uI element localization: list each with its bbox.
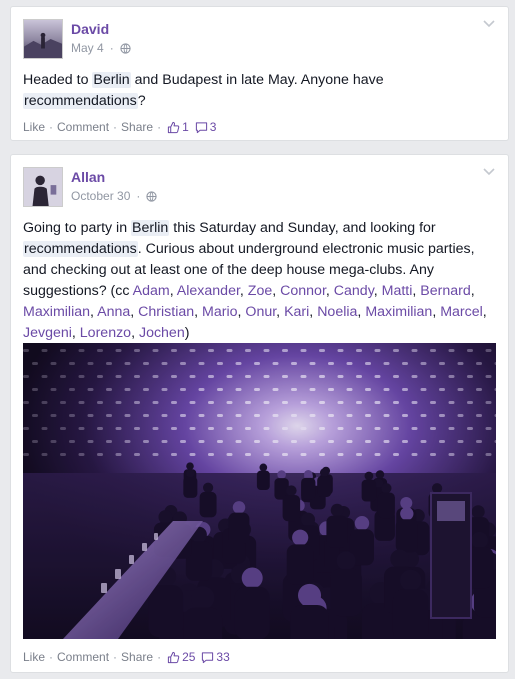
- tag-separator: ,: [194, 304, 203, 320]
- comment-count[interactable]: 33: [201, 650, 230, 664]
- highlight-recommendations: recommendations: [23, 93, 138, 109]
- like-count-value: 1: [182, 120, 189, 134]
- separator-dot: ·: [109, 41, 114, 55]
- tag-separator: ,: [272, 283, 281, 299]
- text-segment: Going to party in: [23, 220, 132, 236]
- tag-separator: ,: [169, 283, 177, 299]
- comment-count-value: 3: [209, 120, 217, 134]
- separator-dot: ·: [113, 650, 118, 664]
- tagged-friend-link[interactable]: Adam: [133, 283, 170, 299]
- separator-dot: ·: [157, 120, 162, 134]
- text-segment: ?: [137, 93, 146, 109]
- tagged-friend-link[interactable]: Kari: [284, 304, 309, 320]
- share-link[interactable]: Share: [121, 120, 153, 134]
- post-date[interactable]: October 30: [71, 189, 130, 203]
- tag-separator: ,: [130, 304, 139, 320]
- post-card: David May 4 · Headed to Berlin and Budap…: [10, 6, 509, 141]
- post-meta: October 30 ·: [71, 189, 158, 203]
- like-link[interactable]: Like: [23, 650, 45, 664]
- tagged-friend-link[interactable]: Lorenzo: [80, 325, 131, 341]
- separator-dot: ·: [49, 120, 54, 134]
- tag-separator: ,: [373, 283, 382, 299]
- like-count[interactable]: 25: [167, 650, 195, 664]
- post-text: Headed to Berlin and Budapest in late Ma…: [23, 70, 498, 112]
- separator-dot: ·: [157, 650, 162, 664]
- text-segment: ): [184, 325, 190, 341]
- like-count[interactable]: 1: [167, 120, 189, 134]
- tagged-friend-link[interactable]: Bernard: [420, 283, 470, 299]
- like-count-value: 25: [182, 650, 196, 664]
- tagged-friend-link[interactable]: Connor: [280, 283, 326, 299]
- tag-separator: ,: [276, 304, 285, 320]
- tagged-friend-link[interactable]: Jevgeni: [23, 325, 72, 341]
- tagged-friend-link[interactable]: Maximilian: [365, 304, 432, 320]
- tagged-friend-link[interactable]: Noelia: [317, 304, 357, 320]
- tagged-friend-link[interactable]: Zoe: [248, 283, 272, 299]
- comment-bubble-icon: [195, 121, 207, 133]
- highlight-berlin: Berlin: [92, 72, 131, 88]
- post-text: Going to party in Berlin this Saturday a…: [23, 218, 498, 344]
- tagged-friend-link[interactable]: Jochen: [139, 325, 185, 341]
- share-link[interactable]: Share: [121, 650, 153, 664]
- tagged-friend-link[interactable]: Anna: [97, 304, 130, 320]
- comment-link[interactable]: Comment: [57, 650, 109, 664]
- highlight-berlin: Berlin: [131, 220, 170, 236]
- post-author[interactable]: Allan: [71, 169, 105, 185]
- comment-link[interactable]: Comment: [57, 120, 109, 134]
- tagged-friend-link[interactable]: Alexander: [177, 283, 240, 299]
- separator-dot: ·: [113, 120, 118, 134]
- text-segment: and Budapest in late May. Anyone have: [130, 72, 384, 88]
- tag-separator: ,: [131, 325, 139, 341]
- globe-icon[interactable]: [120, 42, 131, 54]
- tagged-friend-link[interactable]: Mario: [202, 304, 237, 320]
- tagged-friend-link[interactable]: Maximilian: [23, 304, 90, 320]
- tagged-friend-link[interactable]: Candy: [334, 283, 374, 299]
- text-segment: this Saturday and Sunday, and looking fo…: [169, 220, 436, 236]
- avatar[interactable]: [23, 19, 63, 59]
- post-photo[interactable]: [23, 343, 496, 639]
- separator-dot: ·: [136, 189, 141, 203]
- comment-count-value: 33: [216, 650, 230, 664]
- globe-icon[interactable]: [146, 190, 158, 202]
- comment-bubble-icon: [202, 651, 214, 663]
- tagged-friend-link[interactable]: Christian: [138, 304, 194, 320]
- post-author[interactable]: David: [71, 21, 109, 37]
- tag-separator: ,: [482, 304, 487, 320]
- tagged-friend-link[interactable]: Onur: [245, 304, 276, 320]
- comment-count[interactable]: 3: [195, 120, 217, 134]
- tag-separator: ,: [309, 304, 318, 320]
- avatar[interactable]: [23, 167, 63, 207]
- post-meta: May 4 ·: [71, 41, 131, 55]
- highlight-recommendations: recommendations: [23, 241, 138, 257]
- thumbs-up-icon: [167, 651, 180, 663]
- tag-separator: ,: [470, 283, 475, 299]
- tagged-friend-link[interactable]: Marcel: [440, 304, 483, 320]
- text-segment: Headed to: [23, 72, 93, 88]
- chevron-down-icon[interactable]: [482, 19, 496, 29]
- separator-dot: ·: [49, 650, 54, 664]
- chevron-down-icon[interactable]: [482, 167, 496, 177]
- tag-separator: ,: [325, 283, 334, 299]
- tagged-friend-link[interactable]: Matti: [382, 283, 413, 299]
- tag-separator: ,: [239, 283, 248, 299]
- post-actions: Like · Comment · Share · 25 33: [23, 650, 230, 664]
- tag-separator: ,: [71, 325, 80, 341]
- like-link[interactable]: Like: [23, 120, 45, 134]
- thumbs-up-icon: [167, 121, 180, 133]
- post-actions: Like · Comment · Share · 1 3: [23, 120, 216, 134]
- post-card: Allan October 30 · Going to party in Ber…: [10, 154, 509, 673]
- post-date[interactable]: May 4: [71, 41, 104, 55]
